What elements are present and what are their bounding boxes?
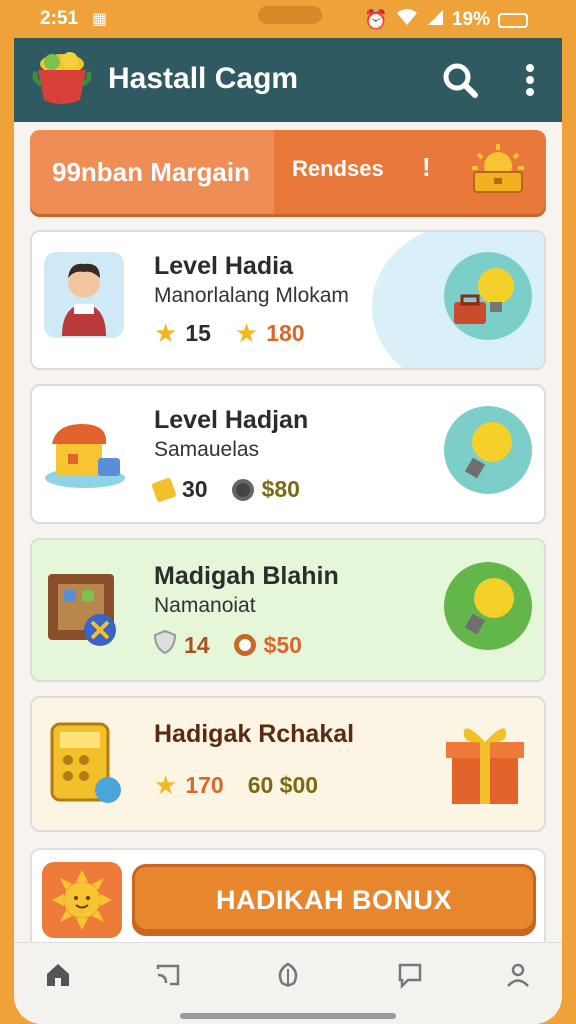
stat-value: 60 $00: [247, 772, 319, 798]
chat-icon[interactable]: [392, 957, 428, 993]
boy-avatar-icon: [44, 252, 124, 338]
stat-stars: ★ 170: [154, 770, 224, 801]
star-icon: ★: [234, 318, 259, 348]
shield-icon: [153, 629, 177, 660]
status-bar: 2:51 ▦ ⏰ 19%: [14, 0, 562, 38]
app-title: Hastall Cagm: [108, 62, 299, 95]
camera-notch: [258, 6, 322, 24]
bonus-button-label: HADIKAH BONUX: [216, 884, 452, 915]
card-stats: ★ 15 ★ 180: [154, 318, 319, 349]
sun-icon: [42, 862, 122, 938]
signal-icon: [426, 8, 444, 32]
bonus-card: HADIKAH BONUX: [30, 848, 546, 948]
stat-value: 180: [266, 320, 305, 346]
reward-card-level-hadia[interactable]: Level Hadia Manorlalang Mlokam ★ 15 ★ 18…: [30, 230, 546, 370]
stat-value: 15: [185, 320, 211, 346]
card-title: Level Hadia: [154, 252, 293, 280]
coin-icon: [233, 634, 256, 656]
gift-box-icon: [442, 714, 528, 810]
wifi-icon: [396, 8, 418, 32]
card-subtitle: Manorlalang Mlokam: [154, 284, 349, 307]
bonus-button[interactable]: HADIKAH BONUX: [132, 864, 536, 936]
stat-reward: ★ 180: [235, 318, 305, 349]
battery-level: 19%: [451, 9, 490, 30]
lightbulb-icon: [442, 560, 534, 652]
home-indicator[interactable]: [180, 1013, 396, 1019]
stat-value: $50: [263, 631, 302, 658]
calculator-icon: [46, 718, 126, 808]
tab-rendses[interactable]: Rendses: [292, 156, 384, 182]
stat-stars: ★ 15: [154, 318, 211, 349]
ticket-icon: [151, 476, 177, 503]
card-title: Level Hadjan: [154, 406, 309, 434]
card-stats: ★ 170 60 $00: [154, 770, 332, 801]
more-vert-icon[interactable]: [510, 60, 550, 100]
bottom-nav: [14, 942, 562, 1024]
stat-value: 30: [182, 476, 208, 502]
card-title: Madigah Blahin: [154, 562, 339, 590]
status-icons: ⏰ 19%: [364, 8, 528, 32]
card-stats: 14 $50: [153, 629, 316, 660]
coin-icon: [231, 478, 254, 501]
app-logo-basket-icon: [32, 50, 92, 106]
sun-chest-icon: [466, 142, 530, 202]
battery-icon: [498, 12, 528, 28]
home-icon[interactable]: [40, 957, 76, 993]
search-icon[interactable]: [440, 60, 480, 100]
stat-value: $80: [261, 476, 300, 502]
status-time: 2:51: [40, 8, 79, 29]
reward-card-hadigak-rchakal[interactable]: Hadigak Rchakal ★ 170 60 $00: [30, 696, 546, 832]
stat-reward: 60 $00: [248, 772, 318, 799]
tab-margain-label: 99nban Margain: [52, 156, 250, 187]
stat-reward: $80: [231, 476, 300, 503]
card-stats: 30 $80: [151, 476, 314, 503]
card-title: Hadigak Rchakal: [154, 720, 355, 748]
wooden-board-icon: [44, 564, 124, 650]
tab-margain[interactable]: 99nban Margain: [30, 130, 274, 214]
lightbulb-toolbox-icon: [442, 250, 534, 342]
lightbulb-icon: [442, 404, 534, 496]
app-bar: Hastall Cagm: [14, 38, 562, 122]
tab-bar: 99nban Margain Rendses !: [30, 130, 546, 214]
reward-card-madigah-blahin[interactable]: Madigah Blahin Namanoiat 14 $50: [30, 538, 546, 682]
device-frame: 2:51 ▦ ⏰ 19% Hastall Cagm 99nban Margain…: [0, 0, 576, 1024]
leaf-icon[interactable]: [270, 957, 306, 993]
card-subtitle: Namanoiat: [154, 594, 256, 617]
reward-card-level-hadjan[interactable]: Level Hadjan Samauelas 30 $80: [30, 384, 546, 524]
alarm-icon: ⏰: [364, 10, 388, 31]
card-subtitle: Samauelas: [154, 438, 260, 461]
star-icon: ★: [154, 770, 178, 800]
star-icon: ★: [154, 318, 178, 348]
tab-alert-marker: !: [422, 152, 431, 182]
stat-value: 14: [184, 631, 210, 658]
stat-tickets: 30: [151, 476, 208, 503]
stat-value: 170: [185, 772, 224, 798]
toy-house-icon: [42, 414, 128, 494]
app-screen: 2:51 ▦ ⏰ 19% Hastall Cagm 99nban Margain…: [14, 0, 562, 1024]
vpn-icon: ▦: [92, 11, 108, 28]
stat-shield: 14: [153, 629, 210, 660]
cast-icon[interactable]: [150, 957, 186, 993]
profile-icon[interactable]: [500, 957, 536, 993]
stat-reward: $50: [233, 631, 302, 659]
